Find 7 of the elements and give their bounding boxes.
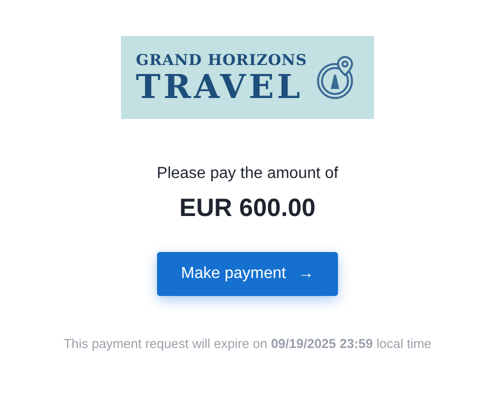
- make-payment-button[interactable]: Make payment →: [157, 252, 338, 296]
- amount-prompt: Please pay the amount of: [156, 164, 338, 184]
- logo-text: GRAND HORIZONS: [136, 50, 308, 68]
- payment-amount: EUR 600.00: [179, 193, 316, 224]
- logo-text: TRAVEL: [136, 68, 304, 104]
- expiry-note: This payment request will expire on 09/19/2025 23:59 local time: [64, 334, 432, 353]
- arrow-icon: →: [298, 262, 314, 286]
